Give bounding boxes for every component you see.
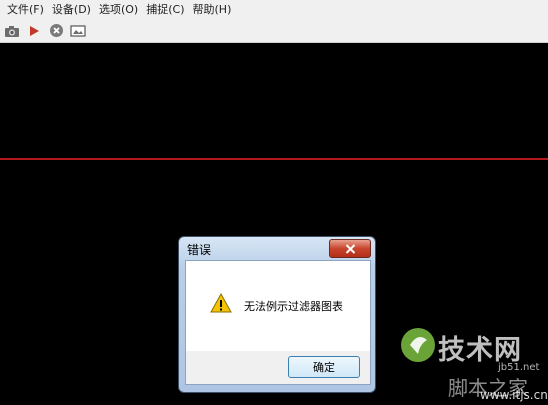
dialog-footer: 确定 [185,351,371,385]
watermark-url-2: www.itjs.cn [480,388,548,402]
close-icon [345,243,355,254]
menu-device[interactable]: 设备(D) [48,0,95,19]
play-icon[interactable] [25,22,43,40]
menu-bar: 文件(F) 设备(D) 选项(O) 捕捉(C) 帮助(H) [0,0,548,19]
menu-capture[interactable]: 捕捉(C) [142,0,188,19]
menu-file[interactable]: 文件(F) [3,0,48,19]
dialog-title: 错误 [187,243,212,257]
ok-button[interactable]: 确定 [288,356,360,378]
image-icon[interactable] [69,22,87,40]
menu-options[interactable]: 选项(O) [95,0,142,19]
error-message: 无法例示过滤器图表 [244,300,343,313]
menu-help[interactable]: 帮助(H) [189,0,236,19]
close-button[interactable] [329,239,371,258]
stop-icon[interactable] [47,22,65,40]
warning-icon [210,293,232,313]
camera-icon[interactable] [3,22,21,40]
preview-divider-line [0,158,548,160]
toolbar [0,19,548,43]
error-dialog: 错误 无法例示过滤器图表 确定 [178,236,376,393]
dialog-body: 无法例示过滤器图表 [185,260,371,353]
